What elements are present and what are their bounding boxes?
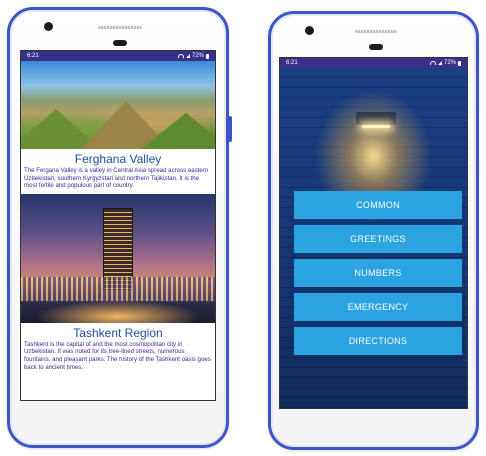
place-description: Tashkent is the capital of and the most … [24, 340, 211, 371]
common-button[interactable]: COMMON [294, 191, 462, 219]
place-card-ferghana[interactable]: Ferghana Valley The Fergana Valley is a … [21, 61, 215, 194]
status-bar: 6:21 72% [280, 58, 467, 68]
directions-button[interactable]: DIRECTIONS [294, 327, 462, 355]
speaker-grille [98, 26, 142, 29]
front-camera-icon [305, 26, 314, 35]
battery-level: 72% [191, 53, 204, 59]
status-time: 6:21 [286, 60, 298, 66]
wifi-icon [429, 61, 436, 65]
category-menu: COMMON GREETINGS NUMBERS EMERGENCY DIREC… [294, 191, 462, 361]
signal-icon [185, 54, 190, 58]
wall-lamp-icon [356, 112, 396, 125]
right-phone-frame: 6:21 72% COMMON GREETINGS NUMBERS EMERGE… [268, 11, 479, 450]
battery-icon [206, 53, 209, 59]
status-bar: 6:21 72% [21, 51, 215, 61]
battery-icon [458, 60, 461, 66]
speaker-grille [355, 30, 397, 33]
power-button [228, 116, 232, 142]
status-icons: 72% [429, 58, 461, 68]
front-camera-icon [44, 22, 53, 31]
earpiece [113, 40, 127, 46]
left-screen: 6:21 72% Ferghana Valley The Fergana Val… [20, 50, 216, 401]
status-icons: 72% [177, 51, 209, 61]
earpiece [369, 44, 383, 50]
place-card-tashkent[interactable]: Tashkent Region Tashkent is the capital … [21, 193, 215, 375]
wifi-icon [177, 54, 184, 58]
place-description: The Fergana Valley is a valley in Centra… [24, 167, 209, 190]
battery-level: 72% [443, 60, 456, 66]
right-screen: 6:21 72% COMMON GREETINGS NUMBERS EMERGE… [279, 57, 468, 409]
emergency-button[interactable]: EMERGENCY [294, 293, 462, 321]
left-phone-frame: 6:21 72% Ferghana Valley The Fergana Val… [7, 7, 232, 448]
city-lights [21, 276, 215, 301]
tashkent-city-image [21, 193, 215, 323]
place-title: Ferghana Valley [74, 152, 162, 166]
numbers-button[interactable]: NUMBERS [294, 259, 462, 287]
status-time: 6:21 [27, 53, 39, 59]
signal-icon [437, 61, 442, 65]
greetings-button[interactable]: GREETINGS [294, 225, 462, 253]
lamp-light-glow [362, 125, 390, 128]
ferghana-valley-image [21, 61, 215, 149]
hill-shape [141, 113, 215, 149]
place-title: Tashkent Region [73, 325, 163, 340]
